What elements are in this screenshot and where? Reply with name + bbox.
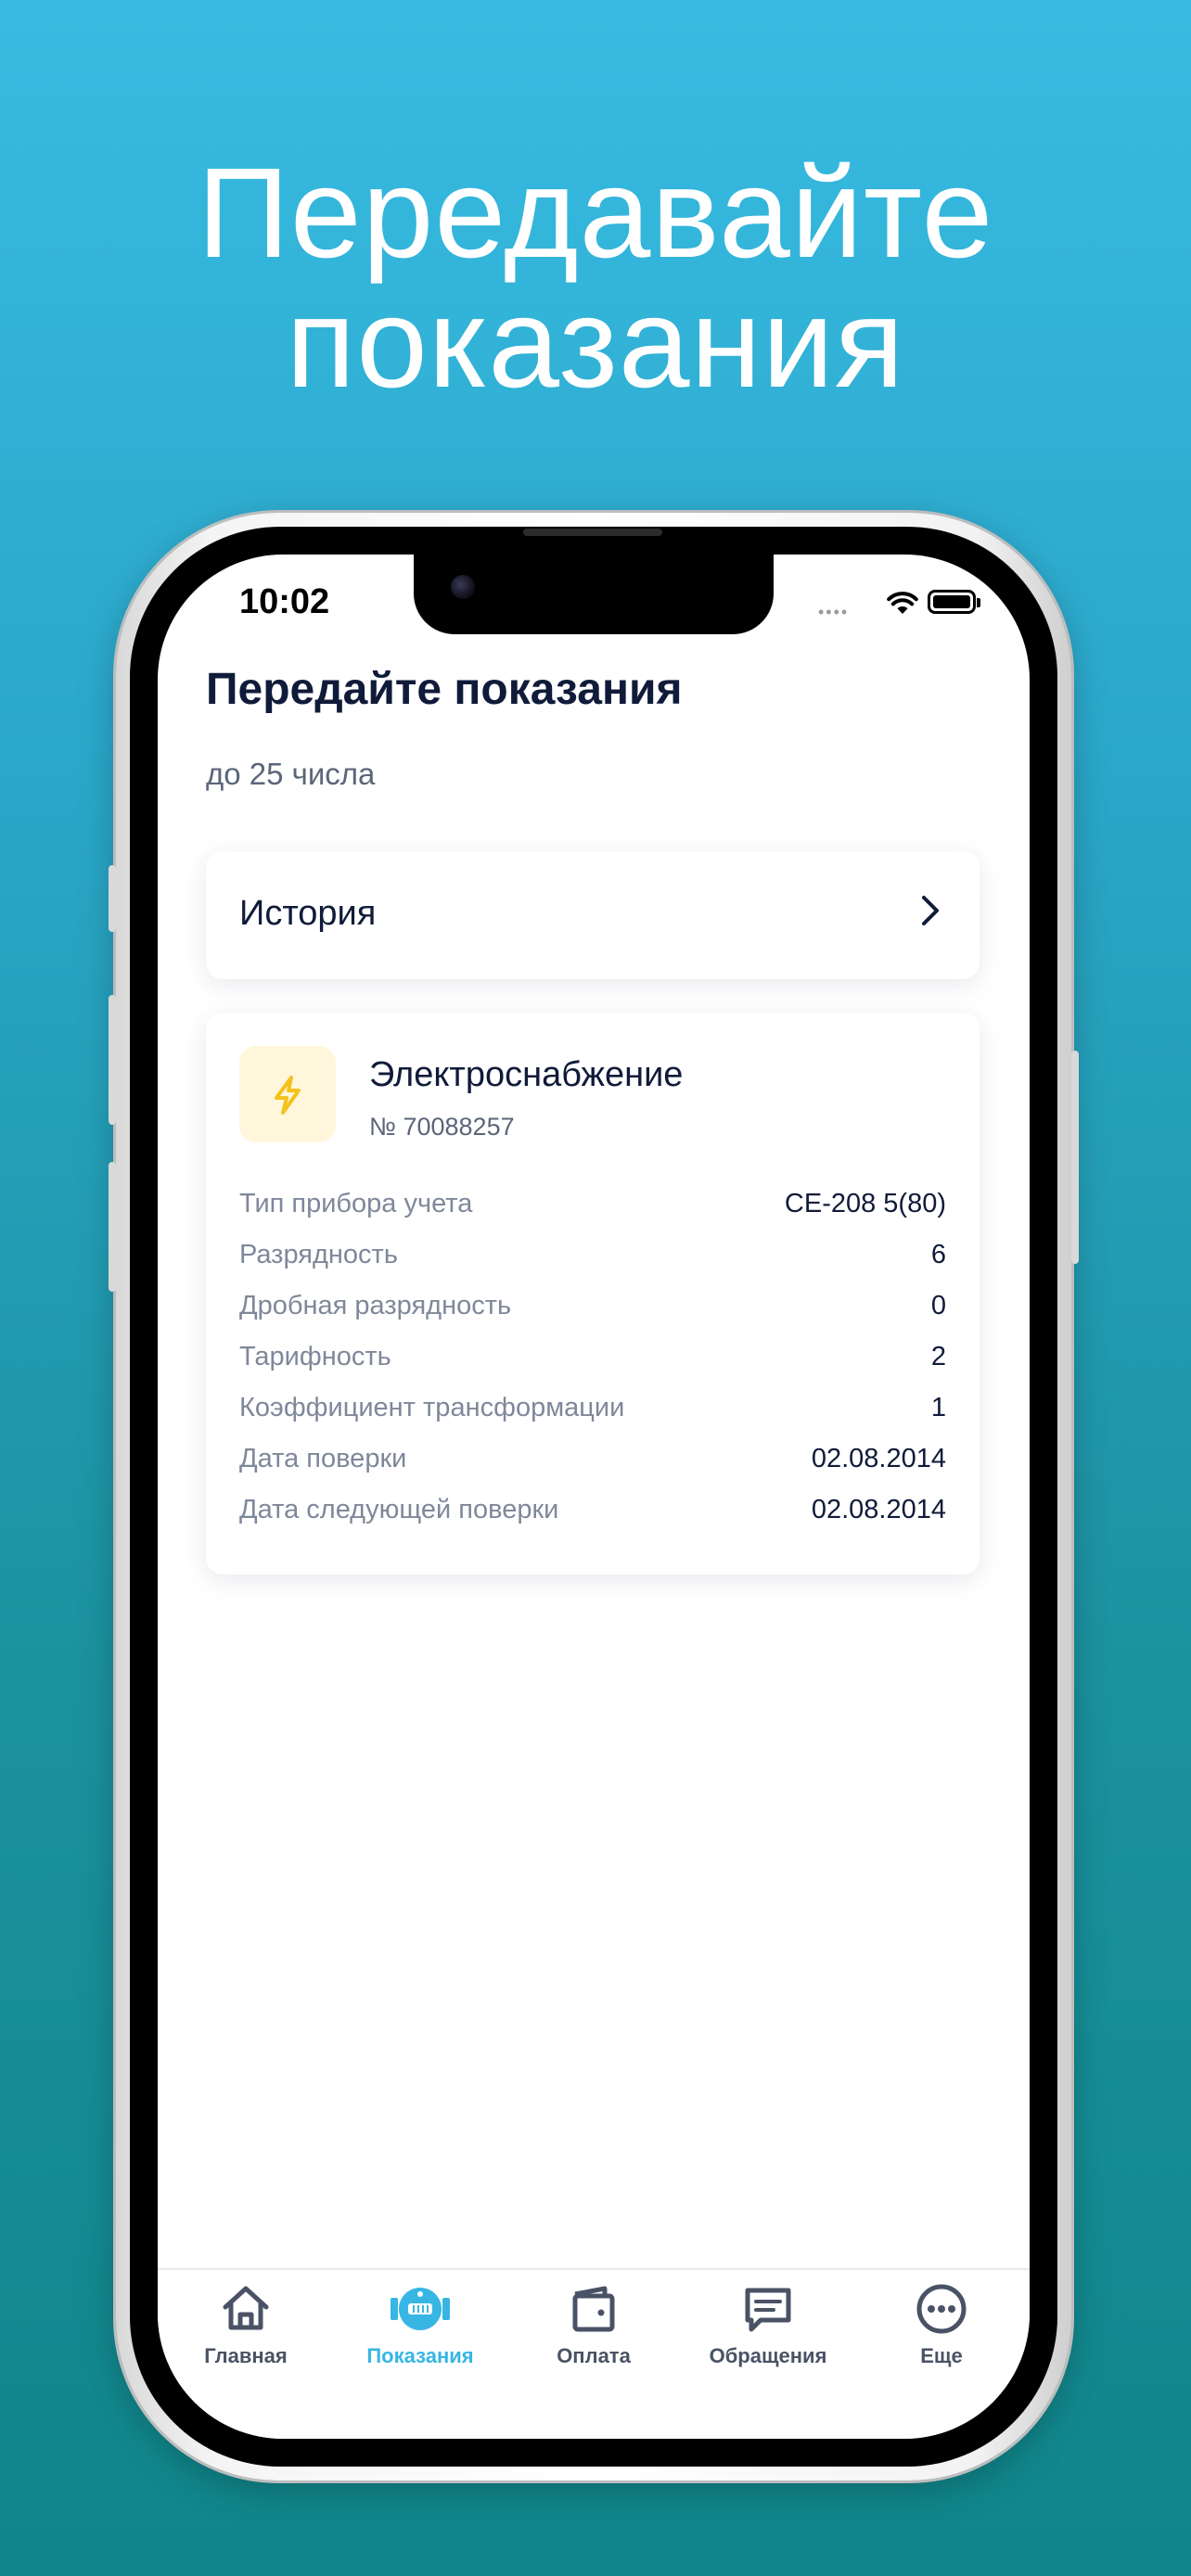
tab-requests-label: Обращения (709, 2344, 827, 2367)
promo-headline: Передавайте показания (0, 148, 1191, 408)
meter-detail-row: Разрядность 6 (239, 1240, 946, 1277)
promo-headline-line2: показания (286, 272, 905, 414)
detail-value: 0 (930, 1291, 946, 1320)
front-camera (451, 575, 475, 599)
phone-power-button (1071, 1051, 1079, 1264)
meter-card[interactable]: Электроснабжение № 70088257 Тип прибора … (206, 1013, 980, 1575)
notch (414, 555, 774, 634)
phone-silent-switch (109, 865, 116, 932)
detail-value: 6 (930, 1240, 946, 1269)
meter-detail-row: Дробная разрядность 0 (239, 1291, 946, 1328)
home-icon (223, 2286, 269, 2330)
detail-value: CE-208 5(80) (784, 1189, 946, 1218)
battery-icon (928, 590, 980, 614)
lightning-icon (275, 1076, 301, 1115)
meter-icon (391, 2288, 450, 2330)
tab-payment[interactable]: Оплата (510, 2283, 677, 2385)
chevron-right-icon (922, 896, 939, 925)
tab-home-label: Главная (204, 2344, 288, 2367)
page-subtitle: до 25 числа (206, 757, 376, 791)
tab-more-label: Еще (920, 2344, 963, 2367)
detail-label: Тарифность (239, 1342, 391, 1371)
meter-detail-row: Тип прибора учета CE-208 5(80) (239, 1189, 946, 1226)
status-icons: •••• (818, 586, 1004, 623)
meter-detail-row: Тарифность 2 (239, 1342, 946, 1379)
tab-readings-label: Показания (366, 2344, 474, 2367)
tab-requests[interactable]: Обращения (685, 2283, 852, 2385)
detail-label: Дата поверки (239, 1444, 407, 1473)
meter-name: Электроснабжение (369, 1055, 684, 1094)
meter-detail-row: Коэффициент трансформации 1 (239, 1393, 946, 1430)
detail-label: Дата следующей поверки (239, 1495, 559, 1524)
chat-icon (745, 2288, 791, 2332)
detail-label: Дробная разрядность (239, 1291, 512, 1320)
app-screen: 10:02 •••• Передайте показания до 25 чис… (158, 555, 1030, 2439)
promo-headline-line1: Передавайте (197, 142, 994, 285)
meter-number: № 70088257 (369, 1113, 515, 1141)
detail-value: 2 (930, 1342, 946, 1371)
page-title: Передайте показания (206, 665, 683, 714)
history-button[interactable]: История (206, 851, 980, 979)
meter-icon-container (239, 1046, 336, 1142)
detail-label: Разрядность (239, 1240, 398, 1269)
signal-dots-icon: •••• (818, 603, 850, 621)
tab-more[interactable]: Еще (858, 2283, 1025, 2385)
meter-detail-row: Дата следующей поверки 02.08.2014 (239, 1495, 946, 1532)
history-label: История (239, 894, 377, 933)
bottom-tab-bar: Главная Показания Оплата Обращения Еще (158, 2268, 1030, 2439)
phone-volume-down (109, 1162, 116, 1292)
wallet-icon (572, 2286, 615, 2332)
detail-value: 02.08.2014 (811, 1444, 946, 1473)
more-icon (916, 2284, 967, 2334)
meter-detail-row: Дата поверки 02.08.2014 (239, 1444, 946, 1481)
wifi-icon (887, 592, 918, 614)
phone-volume-up (109, 995, 116, 1125)
tab-readings[interactable]: Показания (337, 2283, 504, 2385)
phone-speaker (523, 529, 662, 536)
status-time: 10:02 (239, 582, 330, 621)
detail-value: 1 (930, 1393, 946, 1422)
detail-label: Коэффициент трансформации (239, 1393, 625, 1422)
tab-payment-label: Оплата (557, 2344, 631, 2367)
tab-home[interactable]: Главная (162, 2283, 329, 2385)
detail-value: 02.08.2014 (811, 1495, 946, 1524)
detail-label: Тип прибора учета (239, 1189, 473, 1218)
